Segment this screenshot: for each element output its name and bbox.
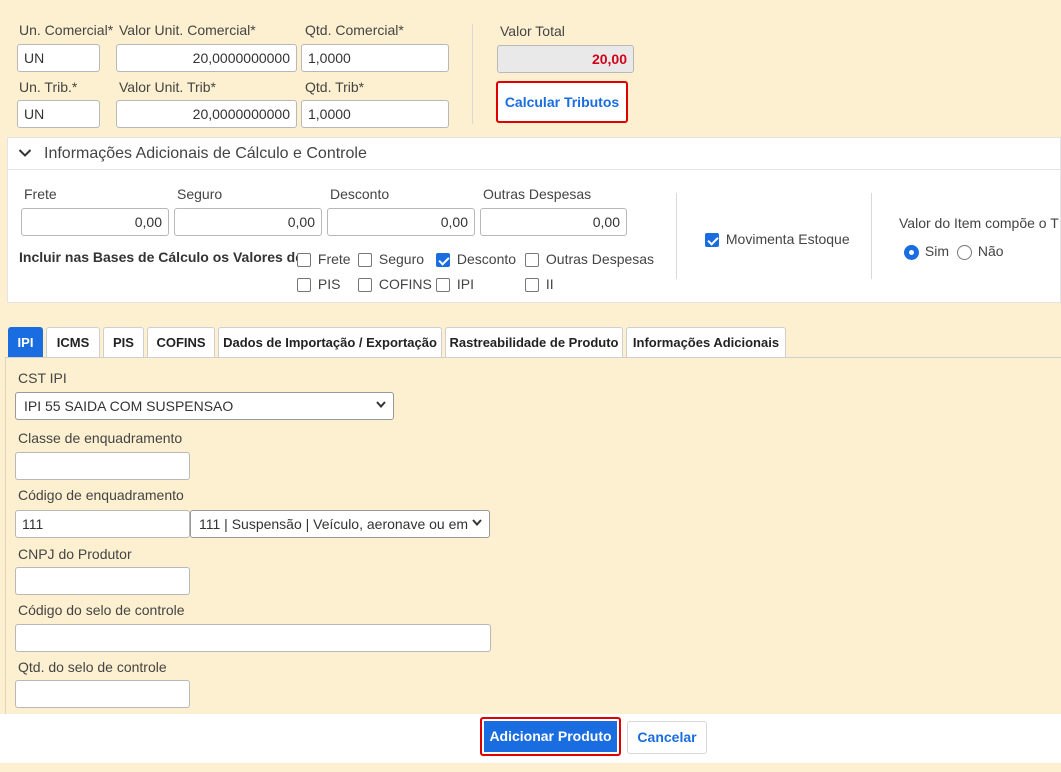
- valor-total-label: Valor Total: [500, 23, 565, 39]
- checkbox-outras[interactable]: [525, 253, 539, 268]
- codigo-enquadramento-label: Código de enquadramento: [18, 487, 184, 503]
- top-divider: [472, 24, 473, 124]
- incluir-bases-label: Incluir nas Bases de Cálculo os Valores …: [19, 249, 308, 265]
- valor-unit-comercial-input[interactable]: 20,0000000000: [116, 44, 297, 72]
- un-comercial-input[interactable]: UN: [17, 44, 100, 72]
- tab-content-border: [5, 358, 6, 714]
- qtd-trib-label: Qtd. Trib*: [305, 79, 365, 95]
- qtd-selo-label: Qtd. do selo de controle: [18, 659, 167, 675]
- seguro-label: Seguro: [177, 186, 223, 202]
- codigo-selo-label: Código do selo de controle: [18, 602, 185, 618]
- qtd-comercial-input[interactable]: 1,0000: [301, 44, 449, 72]
- codigo-selo-input[interactable]: [15, 624, 491, 652]
- adicionar-produto-button[interactable]: Adicionar Produto: [480, 717, 621, 756]
- un-comercial-label: Un. Comercial*: [19, 22, 114, 38]
- frete-label: Frete: [24, 186, 57, 202]
- qtd-trib-input[interactable]: 1,0000: [301, 100, 449, 128]
- classe-enquadramento-input[interactable]: [15, 452, 190, 480]
- outras-despesas-label: Outras Despesas: [483, 186, 592, 202]
- tab-icms[interactable]: ICMS: [46, 327, 100, 358]
- tabs-baseline: [5, 357, 1061, 358]
- tab-info-adicionais[interactable]: Informações Adicionais: [626, 327, 786, 358]
- radio-nao-label: Não: [977, 243, 1004, 259]
- un-trib-label: Un. Trib.*: [19, 79, 78, 95]
- check-frete[interactable]: Frete: [297, 251, 351, 268]
- tab-ipi[interactable]: IPI: [8, 327, 43, 358]
- chevron-down-icon: [376, 401, 386, 409]
- codigo-enquadramento-input[interactable]: 111: [15, 510, 190, 538]
- seguro-input[interactable]: 0,00: [174, 208, 322, 236]
- check-desconto[interactable]: Desconto: [436, 251, 517, 268]
- radio-nao-control[interactable]: [957, 244, 972, 260]
- frete-input[interactable]: 0,00: [21, 208, 169, 236]
- qtd-comercial-label: Qtd. Comercial*: [305, 22, 404, 38]
- check-cofins[interactable]: COFINS: [358, 276, 432, 293]
- valor-unit-trib-input[interactable]: 20,0000000000: [116, 100, 297, 128]
- check-seguro-label: Seguro: [378, 251, 425, 267]
- movimenta-estoque[interactable]: Movimenta Estoque: [705, 231, 850, 248]
- tab-pis[interactable]: PIS: [103, 327, 144, 358]
- codigo-enquadramento-select[interactable]: 111 | Suspensão | Veículo, aeronave ou e…: [190, 510, 490, 538]
- qtd-selo-input[interactable]: [15, 680, 190, 708]
- radio-nao[interactable]: Não: [957, 243, 1004, 260]
- info-panel-title: Informações Adicionais de Cálculo e Cont…: [44, 145, 367, 162]
- check-ii-label: II: [545, 276, 554, 292]
- checkbox-movimenta-estoque[interactable]: [705, 233, 719, 248]
- valor-total-field: 20,00: [497, 45, 634, 73]
- tab-importacao[interactable]: Dados de Importação / Exportação: [218, 327, 442, 358]
- movimenta-estoque-label: Movimenta Estoque: [725, 231, 850, 247]
- check-desconto-label: Desconto: [456, 251, 517, 267]
- radio-sim-control[interactable]: [904, 244, 919, 260]
- checkbox-seguro[interactable]: [358, 253, 372, 268]
- checkbox-cofins[interactable]: [358, 278, 372, 293]
- info-divider-2: [871, 193, 872, 279]
- radio-sim-label: Sim: [924, 243, 950, 259]
- checkbox-frete[interactable]: [297, 253, 311, 268]
- cst-ipi-select[interactable]: IPI 55 SAIDA COM SUSPENSAO: [15, 392, 394, 420]
- check-ipi-label: IPI: [456, 276, 475, 292]
- check-pis-label: PIS: [317, 276, 341, 292]
- cancelar-button[interactable]: Cancelar: [627, 721, 707, 754]
- codigo-enquadramento-select-value: 111 | Suspensão | Veículo, aeronave ou e…: [199, 516, 469, 532]
- info-panel-header[interactable]: Informações Adicionais de Cálculo e Cont…: [7, 137, 1061, 170]
- checkbox-pis[interactable]: [297, 278, 311, 293]
- footer-bottom-strip: [0, 763, 1061, 772]
- desconto-label: Desconto: [330, 186, 390, 202]
- check-seguro[interactable]: Seguro: [358, 251, 425, 268]
- info-divider-1: [676, 193, 677, 279]
- check-outras-label: Outras Despesas: [545, 251, 655, 267]
- desconto-input[interactable]: 0,00: [327, 208, 475, 236]
- check-cofins-label: COFINS: [378, 276, 432, 292]
- cst-ipi-value: IPI 55 SAIDA COM SUSPENSAO: [24, 398, 234, 414]
- valor-unit-comercial-label: Valor Unit. Comercial*: [119, 22, 256, 38]
- check-outras[interactable]: Outras Despesas: [525, 251, 655, 268]
- cnpj-produtor-label: CNPJ do Produtor: [18, 546, 132, 562]
- chevron-down-icon: [472, 519, 482, 527]
- check-frete-label: Frete: [317, 251, 351, 267]
- radio-sim[interactable]: Sim: [904, 243, 949, 260]
- check-ii[interactable]: II: [525, 276, 554, 293]
- check-ipi[interactable]: IPI: [436, 276, 475, 293]
- outras-despesas-input[interactable]: 0,00: [480, 208, 627, 236]
- cnpj-produtor-input[interactable]: [15, 567, 190, 595]
- checkbox-ipi[interactable]: [436, 278, 450, 293]
- valor-unit-trib-label: Valor Unit. Trib*: [119, 79, 216, 95]
- tab-cofins[interactable]: COFINS: [147, 327, 215, 358]
- cst-ipi-label: CST IPI: [18, 370, 67, 386]
- valor-item-label: Valor do Item compõe o T: [899, 215, 1059, 231]
- chevron-down-icon: [18, 149, 32, 157]
- checkbox-desconto[interactable]: [436, 253, 450, 268]
- calcular-tributos-button[interactable]: Calcular Tributos: [496, 81, 628, 123]
- tab-rastreabilidade[interactable]: Rastreabilidade de Produto: [445, 327, 623, 358]
- un-trib-input[interactable]: UN: [17, 100, 100, 128]
- checkbox-ii[interactable]: [525, 278, 539, 293]
- classe-enquadramento-label: Classe de enquadramento: [18, 430, 183, 446]
- check-pis[interactable]: PIS: [297, 276, 341, 293]
